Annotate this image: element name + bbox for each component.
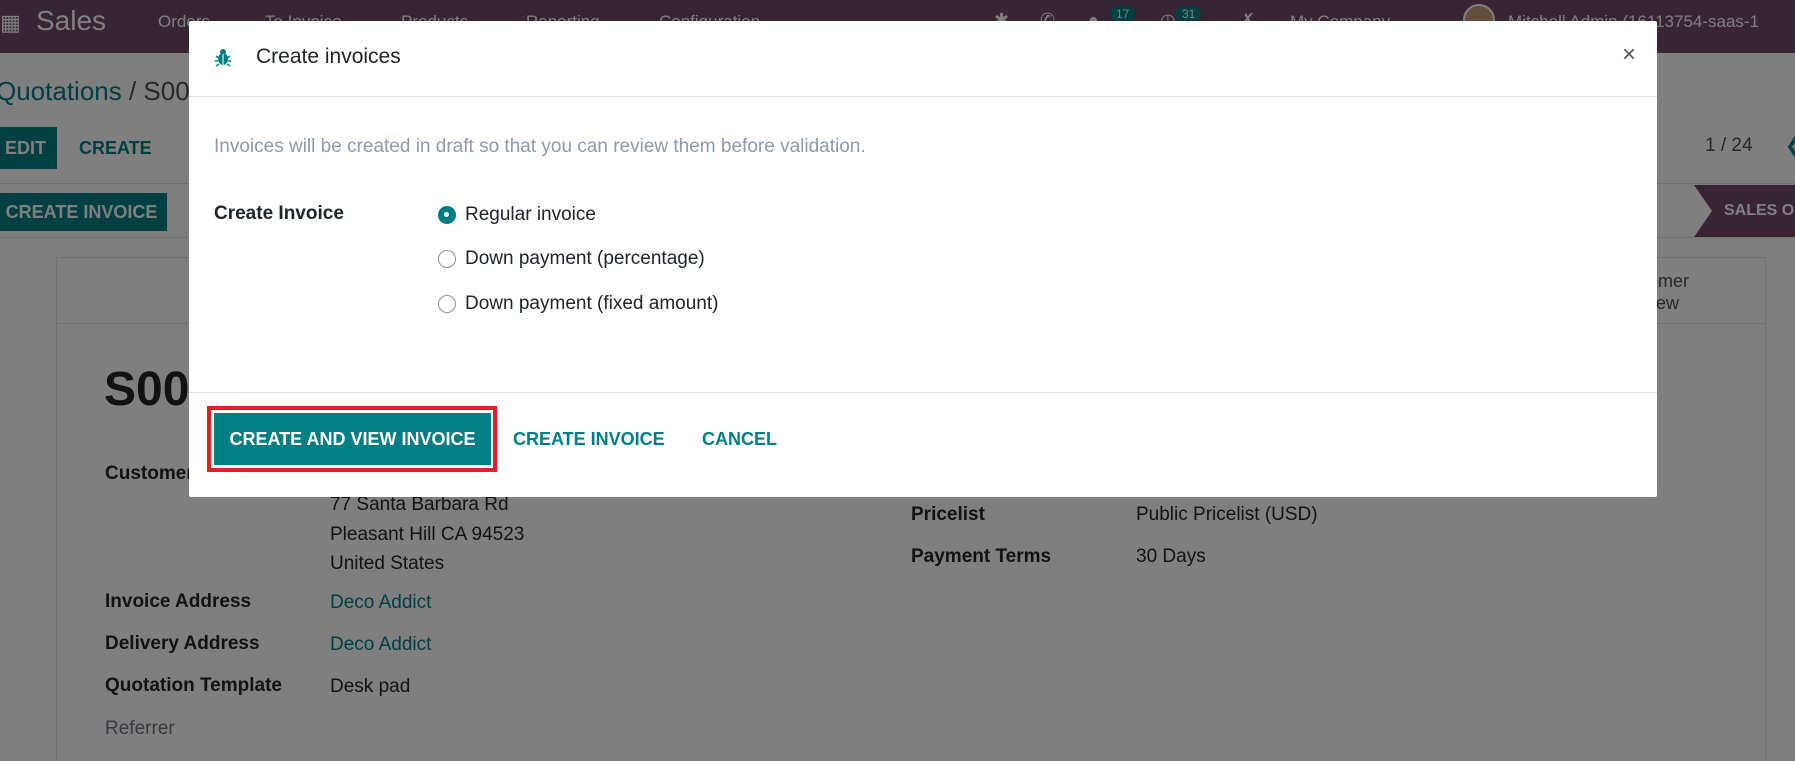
- dialog-header: Create invoices ×: [189, 21, 1657, 97]
- radio-label-regular-invoice[interactable]: Regular invoice: [465, 204, 596, 226]
- dialog-footer: CREATE AND VIEW INVOICE CREATE INVOICE C…: [189, 392, 1657, 497]
- create-invoice-field-label: Create Invoice: [214, 203, 344, 224]
- radio-option-down-payment-fixed[interactable]: Down payment (fixed amount): [438, 292, 718, 316]
- radio-button[interactable]: [438, 250, 456, 268]
- radio-label-down-payment-percentage[interactable]: Down payment (percentage): [465, 248, 705, 270]
- bug-icon: [215, 49, 231, 67]
- cancel-button[interactable]: CANCEL: [702, 429, 777, 450]
- create-and-view-invoice-button[interactable]: CREATE AND VIEW INVOICE: [214, 413, 491, 465]
- radio-option-down-payment-percentage[interactable]: Down payment (percentage): [438, 247, 705, 271]
- radio-button-checked[interactable]: [438, 206, 456, 224]
- dialog-title: Create invoices: [256, 45, 401, 68]
- create-invoices-dialog: Create invoices × Invoices will be creat…: [189, 21, 1657, 497]
- dialog-info-text: Invoices will be created in draft so tha…: [214, 136, 866, 157]
- radio-option-regular-invoice[interactable]: Regular invoice: [438, 203, 596, 227]
- close-icon[interactable]: ×: [1622, 43, 1636, 67]
- create-invoice-button[interactable]: CREATE INVOICE: [513, 429, 665, 450]
- radio-label-down-payment-fixed[interactable]: Down payment (fixed amount): [465, 293, 718, 315]
- radio-button[interactable]: [438, 295, 456, 313]
